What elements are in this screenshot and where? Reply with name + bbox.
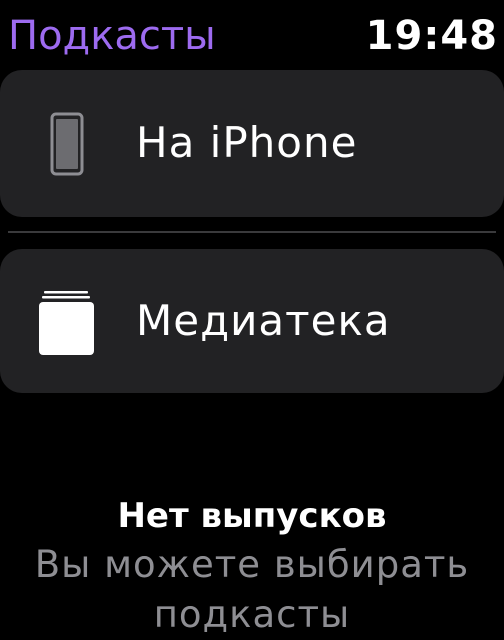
status-bar: Подкасты 19:48 xyxy=(0,0,504,66)
empty-state-title: Нет выпусков xyxy=(117,496,387,536)
iphone-icon xyxy=(36,108,96,180)
clock: 19:48 xyxy=(365,13,498,59)
divider xyxy=(8,231,496,233)
empty-state: Нет выпусков Вы можете выбирать подкасты xyxy=(0,492,504,640)
library-label: Медиатека xyxy=(136,296,391,345)
empty-state-text-line1: Вы можете выбирать xyxy=(34,543,470,586)
library-stack-icon xyxy=(36,285,96,357)
on-iphone-row[interactable]: На iPhone xyxy=(0,70,504,217)
empty-state-text-line2: подкасты xyxy=(153,593,351,636)
app-title[interactable]: Подкасты xyxy=(8,10,216,62)
library-row[interactable]: Медиатека xyxy=(0,249,504,393)
on-iphone-label: На iPhone xyxy=(136,118,358,167)
